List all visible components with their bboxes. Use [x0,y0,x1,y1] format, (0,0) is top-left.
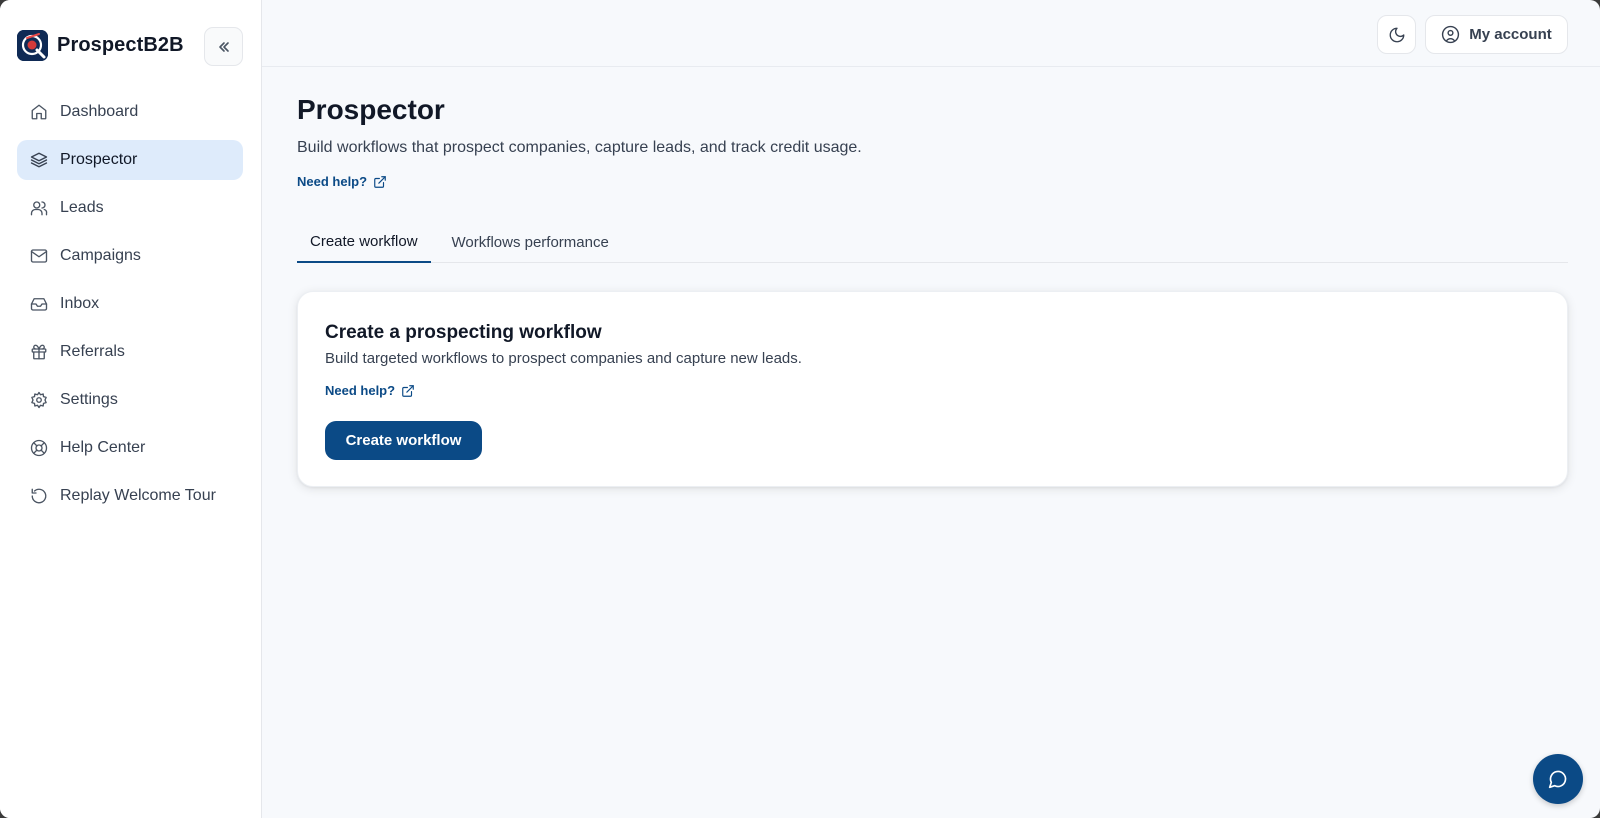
card-description: Build targeted workflows to prospect com… [325,350,802,367]
sidebar-item-dashboard[interactable]: Dashboard [17,92,243,132]
my-account-label: My account [1469,26,1552,43]
chat-button[interactable] [1533,754,1583,804]
topbar: My account [262,0,1600,67]
sidebar-item-inbox[interactable]: Inbox [17,284,243,324]
sidebar-item-label: Settings [60,391,118,408]
sidebar-item-replay-welcome-tour[interactable]: Replay Welcome Tour [17,476,243,516]
sidebar-item-label: Referrals [60,343,125,360]
layers-icon [30,152,48,168]
tab-bar: Create workflow Workflows performance [297,222,1568,263]
sidebar-item-label: Replay Welcome Tour [60,487,216,504]
sidebar-item-label: Campaigns [60,247,141,264]
need-help-link[interactable]: Need help? [297,174,387,189]
sidebar-item-leads[interactable]: Leads [17,188,243,228]
chat-bubble-icon [1548,770,1567,789]
gear-icon [31,391,47,409]
gift-icon [31,344,47,360]
sidebar-item-referrals[interactable]: Referrals [17,332,243,372]
sidebar-nav: Dashboard Prospector Leads Campaigns Inb… [17,92,243,524]
home-icon [31,104,47,120]
tab-create-workflow[interactable]: Create workflow [297,222,431,263]
card-title: Create a prospecting workflow [325,322,602,343]
sidebar: ProspectB2B Dashboard Prospector Leads C… [0,0,262,818]
sidebar-item-label: Inbox [60,295,100,312]
brand[interactable]: ProspectB2B [17,30,184,61]
users-icon [30,201,48,216]
moon-icon [1389,27,1404,42]
page-title: Prospector [297,94,445,125]
app-window: ProspectB2B Dashboard Prospector Leads C… [0,0,1600,818]
sidebar-item-label: Prospector [60,151,138,168]
user-circle-icon [1442,25,1460,44]
inbox-icon [30,298,48,311]
tab-workflows-performance[interactable]: Workflows performance [439,222,622,263]
create-workflow-button[interactable]: Create workflow [325,421,482,460]
replay-icon [31,488,47,504]
theme-toggle-button[interactable] [1377,15,1416,54]
sidebar-item-prospector[interactable]: Prospector [17,140,243,180]
create-workflow-card: Create a prospecting workflow Build targ… [297,291,1568,487]
sidebar-item-settings[interactable]: Settings [17,380,243,420]
lifebuoy-icon [30,439,48,457]
my-account-button[interactable]: My account [1425,15,1568,54]
chevrons-left-icon [218,41,229,52]
sidebar-item-label: Dashboard [60,103,139,120]
main-content: My account Prospector Build workflows th… [262,0,1600,818]
mail-icon [30,249,48,263]
brand-logo-icon [17,30,48,61]
brand-name: ProspectB2B [57,34,184,56]
external-link-icon [374,175,386,188]
sidebar-item-label: Leads [60,199,104,216]
sidebar-item-help-center[interactable]: Help Center [17,428,243,468]
sidebar-item-campaigns[interactable]: Campaigns [17,236,243,276]
page-subtitle: Build workflows that prospect companies,… [297,139,862,156]
sidebar-item-label: Help Center [60,439,146,456]
need-help-label: Need help? [297,174,368,189]
card-need-help-link[interactable]: Need help? [325,383,415,398]
need-help-label: Need help? [325,383,396,398]
external-link-icon [402,384,414,397]
collapse-sidebar-button[interactable] [204,27,243,66]
